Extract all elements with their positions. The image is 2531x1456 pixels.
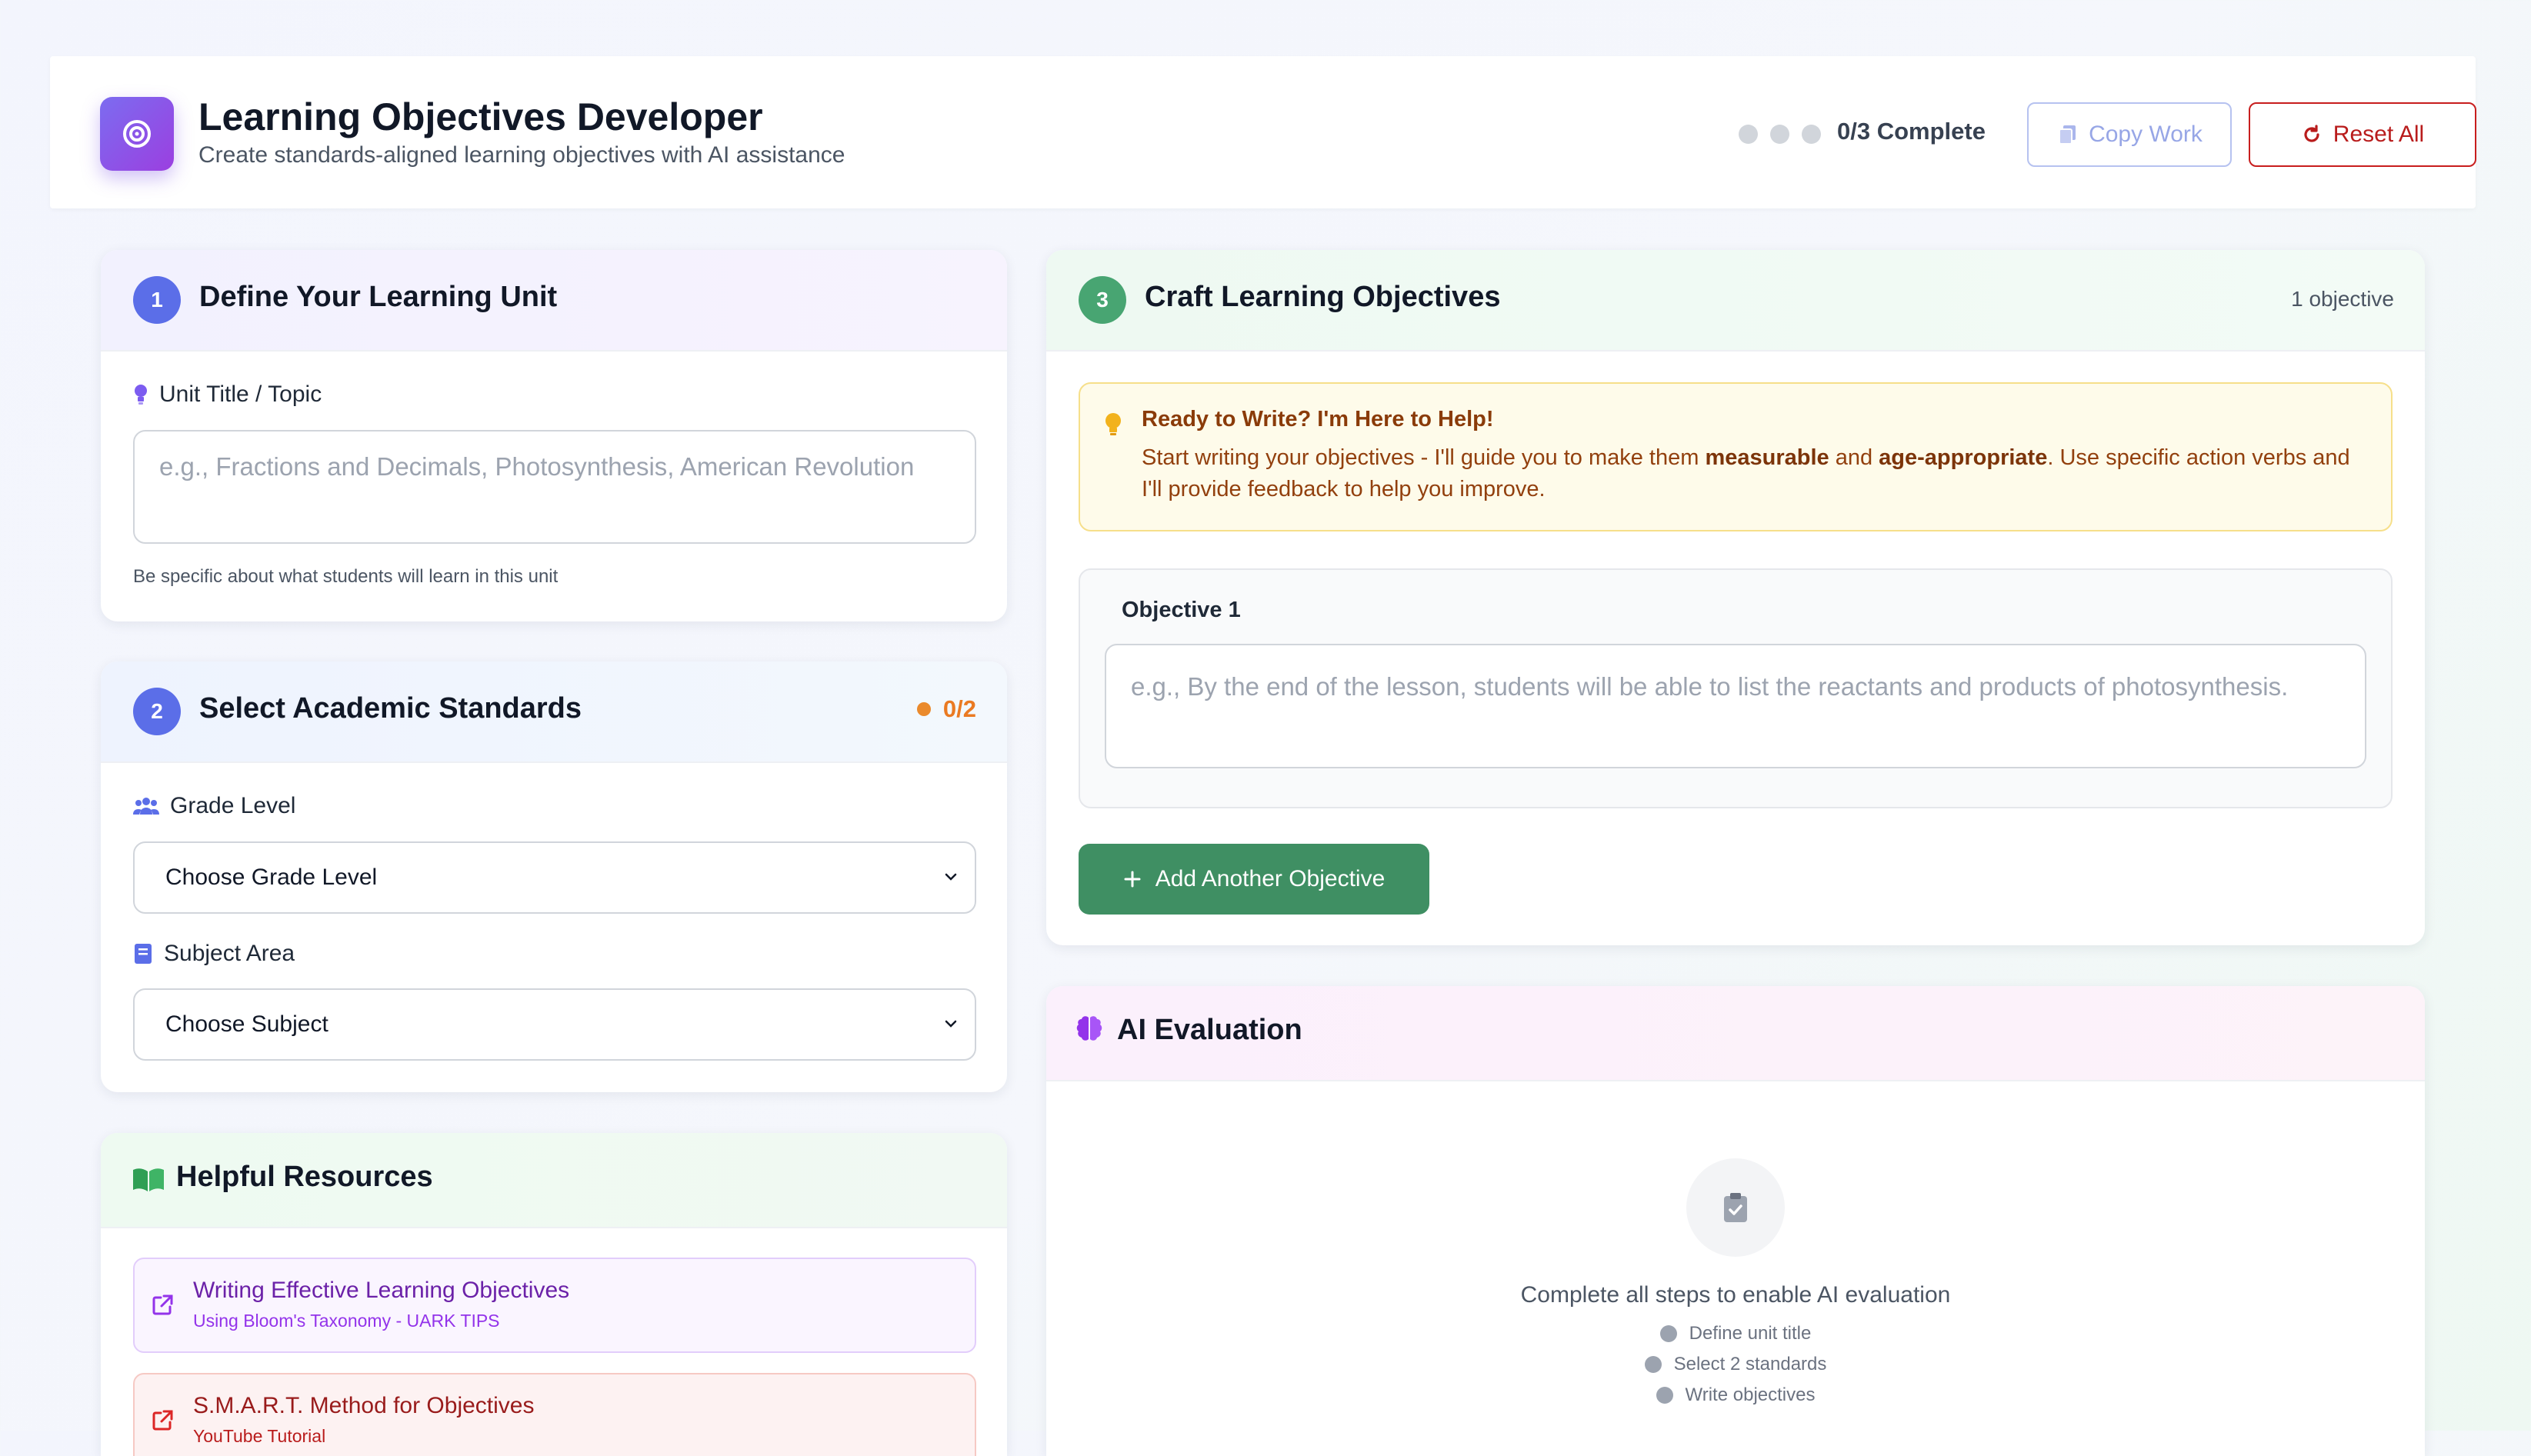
unit-title-label-text: Unit Title / Topic xyxy=(159,381,322,407)
ai-evaluation-title: AI Evaluation xyxy=(1117,1014,1302,1046)
checklist-dot xyxy=(1659,1325,1677,1342)
add-objective-label: Add Another Objective xyxy=(1155,866,1386,891)
subject-area-label: Subject Area xyxy=(133,941,295,967)
step3-card: 3 Craft Learning Objectives 1 objective … xyxy=(1046,250,2425,945)
chevron-down-icon xyxy=(945,1020,957,1028)
tip-box: Ready to Write? I'm Here to Help! Start … xyxy=(1079,382,2393,531)
standards-status: 0/2 xyxy=(916,695,976,723)
step3-header: 3 Craft Learning Objectives 1 objective xyxy=(1046,250,2425,352)
copy-work-label: Copy Work xyxy=(2089,122,2203,147)
target-icon xyxy=(100,97,174,171)
chevron-down-icon xyxy=(945,873,957,881)
app-subtitle: Create standards-aligned learning object… xyxy=(198,142,845,168)
status-dot xyxy=(916,702,931,716)
open-book-icon xyxy=(133,1168,164,1191)
app-header: Learning Objectives Developer Create sta… xyxy=(50,56,2476,208)
step2-header: 2 Select Academic Standards 0/2 xyxy=(101,661,1007,763)
step1-card: 1 Define Your Learning Unit Unit Title /… xyxy=(101,250,1007,621)
refresh-icon xyxy=(2304,125,2319,142)
checklist-label: Write objectives xyxy=(1685,1384,1816,1405)
lightbulb-icon xyxy=(1105,413,1121,435)
subject-area-label-text: Subject Area xyxy=(164,941,295,966)
users-icon xyxy=(133,798,159,815)
step3-title: Craft Learning Objectives xyxy=(1145,281,1501,313)
step1-number: 1 xyxy=(133,276,181,324)
app-title: Learning Objectives Developer xyxy=(198,95,763,138)
checklist-label: Define unit title xyxy=(1689,1323,1812,1344)
brain-icon xyxy=(1076,1016,1102,1041)
step1-title: Define Your Learning Unit xyxy=(199,281,558,313)
progress-label: 0/3 Complete xyxy=(1837,118,1986,145)
step2-number: 2 xyxy=(133,688,181,735)
add-objective-button[interactable]: Add Another Objective xyxy=(1079,844,1429,915)
checklist-item: Select 2 standards xyxy=(1644,1354,1827,1375)
grade-level-select[interactable]: Choose Grade Level xyxy=(133,841,976,914)
resource-link-objectives[interactable]: Writing Effective Learning Objectives Us… xyxy=(133,1258,976,1353)
copy-icon xyxy=(2059,125,2076,145)
tip-title: Ready to Write? I'm Here to Help! xyxy=(1142,407,1494,431)
external-link-icon xyxy=(152,1410,173,1431)
progress-dot xyxy=(1802,125,1821,144)
resource-link-smart[interactable]: S.M.A.R.T. Method for Objectives YouTube… xyxy=(133,1373,976,1456)
resource-title: Writing Effective Learning Objectives xyxy=(193,1278,570,1303)
evaluation-message: Complete all steps to enable AI evaluati… xyxy=(1520,1282,1951,1308)
checklist-dot xyxy=(1644,1356,1662,1373)
step2-card: 2 Select Academic Standards 0/2 Grade Le… xyxy=(101,661,1007,1092)
checklist-item: Define unit title xyxy=(1659,1323,1812,1344)
external-link-icon xyxy=(152,1294,173,1315)
tip-bold-measurable: measurable xyxy=(1705,445,1829,470)
step3-number: 3 xyxy=(1079,276,1126,324)
progress-dots xyxy=(1739,125,1821,144)
plus-icon xyxy=(1124,871,1141,888)
book-icon xyxy=(135,944,152,964)
checklist-label: Select 2 standards xyxy=(1673,1354,1827,1374)
subject-area-select[interactable]: Choose Subject xyxy=(133,988,976,1061)
objective-panel: Objective 1 e.g., By the end of the less… xyxy=(1079,568,2393,808)
resources-header: Helpful Resources xyxy=(101,1133,1007,1228)
subject-area-value: Choose Subject xyxy=(165,1011,328,1037)
resources-card: Helpful Resources Writing Effective Lear… xyxy=(101,1133,1007,1456)
standards-status-count: 0/2 xyxy=(942,695,976,722)
objective-input[interactable]: e.g., By the end of the lesson, students… xyxy=(1105,644,2366,768)
objective-count: 1 objective xyxy=(2291,287,2394,311)
ai-evaluation-header: AI Evaluation xyxy=(1046,986,2425,1081)
grade-level-value: Choose Grade Level xyxy=(165,865,378,890)
tip-body: Start writing your objectives - I'll gui… xyxy=(1142,442,2357,505)
reset-all-label: Reset All xyxy=(2333,122,2425,147)
checklist-dot xyxy=(1656,1387,1673,1404)
grade-level-label: Grade Level xyxy=(133,793,295,819)
ai-evaluation-card: AI Evaluation Complete all steps to enab… xyxy=(1046,986,2425,1456)
step2-title: Select Academic Standards xyxy=(199,692,582,725)
tip-text: and xyxy=(1829,445,1879,470)
tip-bold-age-appropriate: age-appropriate xyxy=(1879,445,2048,470)
reset-all-button[interactable]: Reset All xyxy=(2249,102,2476,167)
resources-title: Helpful Resources xyxy=(176,1161,433,1193)
unit-title-input[interactable]: e.g., Fractions and Decimals, Photosynth… xyxy=(133,430,976,544)
copy-work-button[interactable]: Copy Work xyxy=(2027,102,2232,167)
resource-subtitle: Using Bloom's Taxonomy - UARK TIPS xyxy=(193,1311,500,1331)
grade-level-label-text: Grade Level xyxy=(170,793,296,818)
clipboard-icon xyxy=(1686,1158,1785,1257)
progress-dot xyxy=(1739,125,1758,144)
tip-text: Start writing your objectives - I'll gui… xyxy=(1142,445,1706,470)
step1-header: 1 Define Your Learning Unit xyxy=(101,250,1007,352)
unit-title-hint: Be specific about what students will lea… xyxy=(133,566,559,587)
objective-label: Objective 1 xyxy=(1122,598,1241,622)
lightbulb-icon xyxy=(135,385,147,405)
unit-title-label: Unit Title / Topic xyxy=(133,381,322,408)
progress-dot xyxy=(1770,125,1789,144)
resource-subtitle: YouTube Tutorial xyxy=(193,1426,326,1446)
evaluation-checklist: Define unit title Select 2 standards Wri… xyxy=(1046,1323,2425,1406)
checklist-item: Write objectives xyxy=(1656,1384,1816,1406)
resource-title: S.M.A.R.T. Method for Objectives xyxy=(193,1393,535,1418)
